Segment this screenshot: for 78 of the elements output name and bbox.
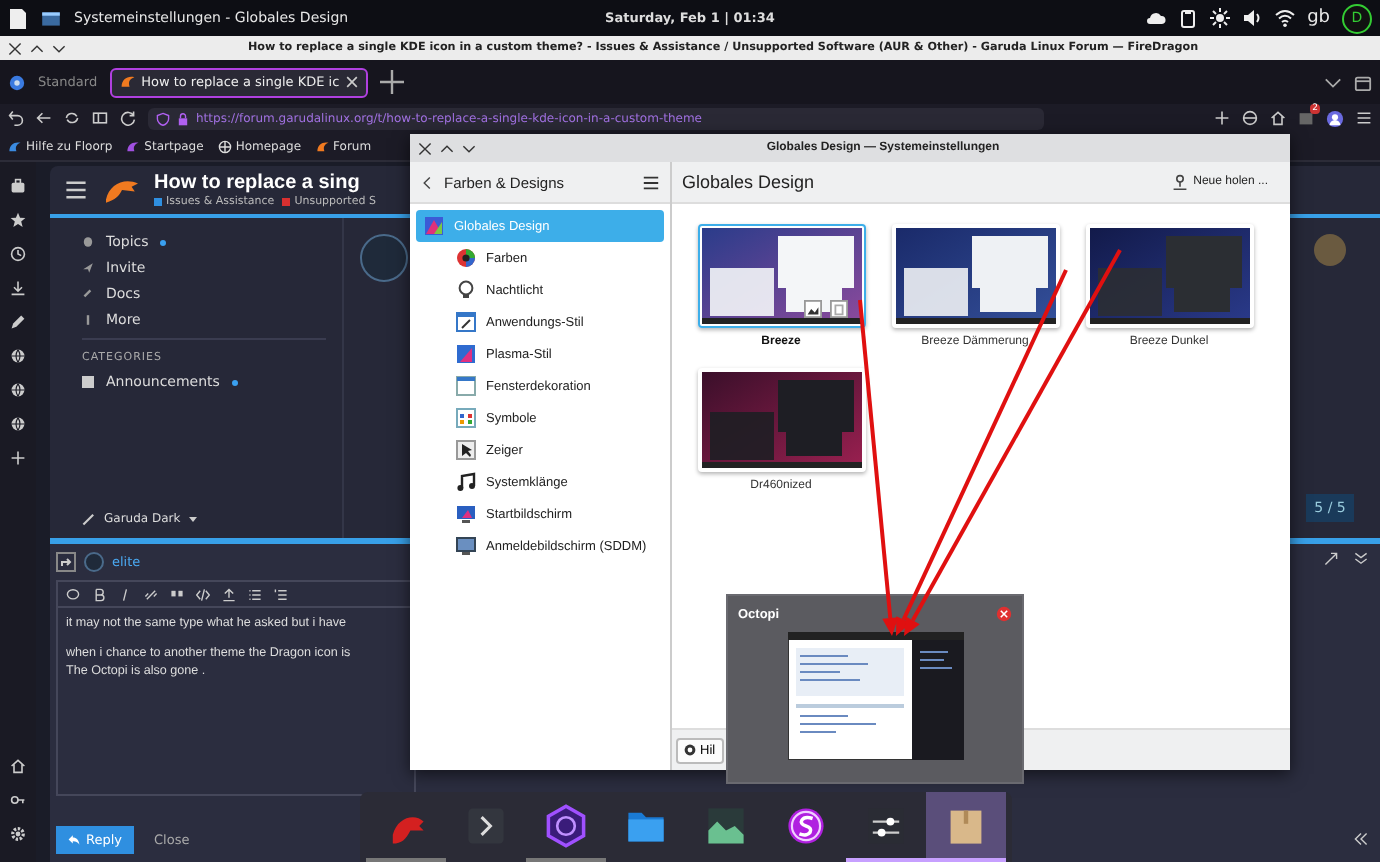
brightness-icon[interactable] xyxy=(1209,8,1230,28)
window-thumbnail[interactable] xyxy=(787,632,963,760)
shield-icon[interactable] xyxy=(156,111,170,125)
collapse-icon[interactable] xyxy=(1354,552,1368,566)
briefcase-icon[interactable] xyxy=(10,178,26,194)
flame-icon xyxy=(126,139,141,153)
plus-icon[interactable] xyxy=(10,450,26,466)
history-icon[interactable] xyxy=(10,246,26,262)
bullet-list-icon[interactable] xyxy=(248,587,262,601)
keyboard-layout[interactable]: gb xyxy=(1307,8,1330,28)
code-icon[interactable] xyxy=(196,587,210,601)
window-brush-icon xyxy=(456,312,476,332)
container-icon[interactable] xyxy=(1354,73,1372,91)
caret-icon[interactable] xyxy=(188,514,199,524)
square-icon xyxy=(82,376,94,388)
download-icon[interactable] xyxy=(10,280,26,296)
star-icon[interactable] xyxy=(10,212,26,228)
pencil-icon[interactable] xyxy=(10,314,26,330)
flame-icon xyxy=(119,74,136,90)
terminal-icon[interactable] xyxy=(464,803,508,847)
icon-grid-icon xyxy=(456,408,476,428)
reply-arrow-icon[interactable] xyxy=(56,552,76,572)
user-avatar[interactable] xyxy=(360,234,408,282)
lightbulb-icon xyxy=(456,280,476,300)
close-icon[interactable] xyxy=(418,141,432,155)
home-icon[interactable] xyxy=(10,758,26,774)
wifi-icon[interactable] xyxy=(1273,8,1296,28)
cursor-icon xyxy=(456,440,476,460)
plus-icon[interactable] xyxy=(1214,110,1230,126)
new-tab-icon[interactable] xyxy=(379,70,404,94)
design-icon xyxy=(424,216,444,236)
quote-marks-icon[interactable] xyxy=(170,587,184,601)
expand-icon[interactable] xyxy=(1324,552,1338,566)
chevron-down-icon[interactable] xyxy=(52,41,66,55)
window-icon[interactable] xyxy=(40,7,62,29)
chevron-down-icon[interactable] xyxy=(1324,73,1342,91)
profile-icon[interactable] xyxy=(1326,109,1344,127)
user-avatar xyxy=(84,552,104,572)
cloud-icon[interactable] xyxy=(1145,8,1166,28)
reload-icon[interactable] xyxy=(120,110,136,126)
workspace-icon[interactable] xyxy=(8,73,26,91)
menu-icon[interactable] xyxy=(642,173,660,191)
lock-icon[interactable] xyxy=(176,111,190,125)
chevron-up-icon[interactable] xyxy=(30,41,44,55)
music-note-icon xyxy=(456,472,476,492)
clipboard-icon[interactable] xyxy=(1177,8,1198,28)
flame-icon xyxy=(8,139,22,153)
monitor-icon xyxy=(456,536,476,556)
italic-icon[interactable] xyxy=(118,587,132,601)
volume-icon[interactable] xyxy=(1241,8,1262,28)
sync-icon[interactable] xyxy=(64,110,80,126)
topic-title: How to replace a sing xyxy=(154,172,362,194)
plasma-icon xyxy=(456,344,476,364)
sidebar-icon[interactable] xyxy=(92,110,108,126)
home-icon[interactable] xyxy=(1270,110,1286,126)
document-icon[interactable] xyxy=(8,5,28,31)
graph-icon[interactable] xyxy=(704,803,748,847)
reply-arrow-icon xyxy=(68,834,80,846)
bold-icon[interactable] xyxy=(92,587,106,601)
undo-icon[interactable] xyxy=(8,110,24,126)
page-title: Globales Design xyxy=(682,172,815,192)
numbered-list-icon[interactable] xyxy=(274,587,288,601)
close-icon[interactable] xyxy=(8,41,22,55)
close-icon[interactable] xyxy=(996,606,1012,622)
back-icon[interactable] xyxy=(420,175,434,189)
flame-icon xyxy=(315,139,330,153)
ring-icon[interactable] xyxy=(784,803,828,847)
chevron-up-icon[interactable] xyxy=(440,141,454,155)
monitor-icon xyxy=(456,504,476,524)
color-wheel-icon xyxy=(456,248,476,268)
key-icon[interactable] xyxy=(10,792,26,808)
collapse-sidebar-icon[interactable] xyxy=(1354,832,1368,846)
settings-icon[interactable] xyxy=(10,826,26,842)
chevron-down-icon[interactable] xyxy=(462,141,476,155)
paper-plane-icon xyxy=(82,262,94,274)
window-frame-icon xyxy=(456,376,476,396)
hexagon-icon[interactable] xyxy=(544,803,588,847)
upload-icon[interactable] xyxy=(222,587,236,601)
